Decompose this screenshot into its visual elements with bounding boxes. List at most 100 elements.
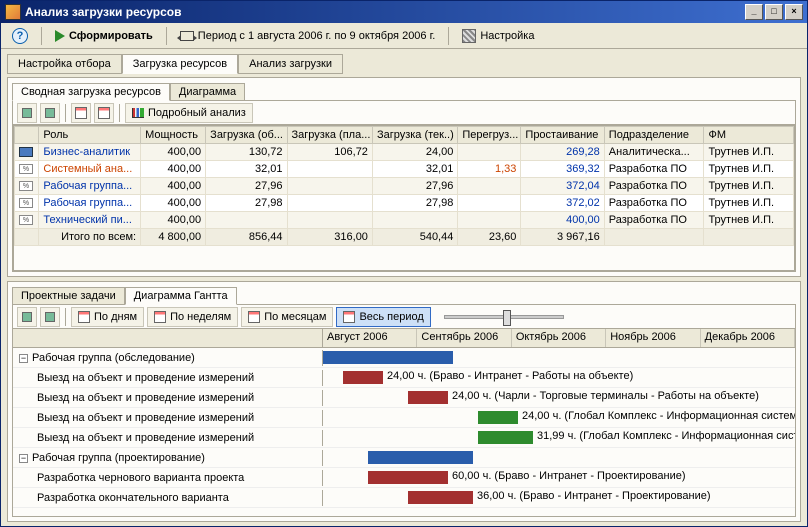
grid-container[interactable]: Роль Мощность Загрузка (об... Загрузка (… (13, 125, 795, 271)
settings-button[interactable]: Настройка (455, 25, 541, 47)
btn-gantt-1[interactable] (17, 307, 37, 327)
gantt-task-row[interactable]: Выезд на объект и проведение измерений31… (13, 428, 795, 448)
gantt-row-label: Выезд на объект и проведение измерений (13, 430, 323, 446)
gantt-bar[interactable] (368, 451, 473, 464)
col-l2[interactable]: Загрузка (пла... (287, 127, 372, 144)
gantt-task-row[interactable]: Разработка чернового варианта проекта60,… (13, 468, 795, 488)
tree-icon (45, 312, 55, 322)
gantt-row-bars: 60,00 ч. (Браво - Интранет - Проектирова… (323, 468, 795, 487)
gantt-header: Август 2006Сентябрь 2006Октябрь 2006Нояб… (13, 329, 795, 348)
gantt-header-left (13, 329, 323, 347)
gantt-body[interactable]: −Рабочая группа (обследование) Выезд на о… (13, 348, 795, 516)
tab-filter[interactable]: Настройка отбора (7, 54, 122, 74)
btn-col-1[interactable] (71, 103, 91, 123)
detail-analysis-button[interactable]: Подробный анализ (125, 103, 253, 123)
play-icon (55, 30, 65, 42)
table-row[interactable]: %Технический пи...400,00400,00Разработка… (15, 212, 794, 229)
table-row[interactable]: Бизнес-аналитик400,00130,72106,7224,0026… (15, 144, 794, 161)
col-fm[interactable]: ФМ (704, 127, 794, 144)
table-row[interactable]: %Рабочая группа...400,0027,9627,96372,04… (15, 178, 794, 195)
tab-load[interactable]: Загрузка ресурсов (122, 54, 238, 74)
gantt-bar[interactable] (408, 391, 448, 404)
help-button[interactable]: ? (5, 25, 35, 47)
titlebar: Анализ загрузки ресурсов _ □ × (1, 1, 807, 23)
timeline-month: Декабрь 2006 (701, 329, 795, 347)
col-dept[interactable]: Подразделение (604, 127, 704, 144)
gantt-bar[interactable] (343, 371, 383, 384)
col-role[interactable]: Роль (39, 127, 141, 144)
gantt-group-row[interactable]: −Рабочая группа (проектирование) (13, 448, 795, 468)
form-button[interactable]: Сформировать (48, 25, 160, 47)
content-area: Настройка отбора Загрузка ресурсов Анали… (1, 49, 807, 526)
period-icon (180, 31, 194, 41)
gantt-bar[interactable] (478, 411, 518, 424)
bot-subtabs: Проектные задачи Диаграмма Гантта (12, 286, 796, 304)
col-cap[interactable]: Мощность (141, 127, 206, 144)
gantt-row-label: Разработка окончательного варианта (13, 490, 323, 506)
gantt-bar[interactable] (408, 491, 473, 504)
col-icon[interactable] (15, 127, 39, 144)
subtab-summary[interactable]: Сводная загрузка ресурсов (12, 83, 170, 101)
gantt-row-bars: 24,00 ч. (Глобал Комплекс - Информационн… (323, 408, 795, 427)
gantt-bar[interactable] (478, 431, 533, 444)
btn-expand-2[interactable] (40, 103, 60, 123)
maximize-button[interactable]: □ (765, 4, 783, 20)
by-month-button[interactable]: По месяцам (241, 307, 333, 327)
tree-toggle[interactable]: − (19, 354, 28, 363)
gantt-task-row[interactable]: Выезд на объект и проведение измерений24… (13, 408, 795, 428)
bot-mini-toolbar: По дням По неделям По месяцам Весь перио… (13, 305, 795, 329)
subtab-tasks[interactable]: Проектные задачи (12, 287, 125, 305)
by-day-button[interactable]: По дням (71, 307, 144, 327)
gantt-bar[interactable] (323, 351, 453, 364)
tree-toggle[interactable]: − (19, 454, 28, 463)
top-subpanel: Подробный анализ Роль Мощность (12, 100, 796, 272)
gantt-task-row[interactable]: Выезд на объект и проведение измерений24… (13, 388, 795, 408)
col-l1[interactable]: Загрузка (об... (206, 127, 287, 144)
gantt-row-label: Выезд на объект и проведение измерений (13, 370, 323, 386)
calendar-icon (154, 311, 166, 323)
settings-icon (462, 29, 476, 43)
gantt-row-label: Выезд на объект и проведение измерений (13, 410, 323, 426)
btn-col-2[interactable] (94, 103, 114, 123)
bottom-panel: Проектные задачи Диаграмма Гантта По дня… (7, 281, 801, 522)
table-row[interactable]: %Системный ана...400,0032,0132,011,33369… (15, 161, 794, 178)
gantt-row-bars: 31,99 ч. (Глобал Комплекс - Информационн… (323, 428, 795, 447)
col-ov[interactable]: Перегруз... (458, 127, 521, 144)
gantt-timeline: Август 2006Сентябрь 2006Октябрь 2006Нояб… (323, 329, 795, 347)
calendar-icon (343, 311, 355, 323)
gantt-bar-label: 24,00 ч. (Чарли - Торговые терминалы - Р… (452, 390, 759, 402)
timeline-month: Ноябрь 2006 (606, 329, 700, 347)
by-week-button[interactable]: По неделям (147, 307, 238, 327)
top-panel: Сводная загрузка ресурсов Диаграмма Подр… (7, 77, 801, 277)
minimize-button[interactable]: _ (745, 4, 763, 20)
gantt-row-bars (323, 448, 795, 467)
slider-thumb[interactable] (503, 310, 511, 326)
btn-expand-1[interactable] (17, 103, 37, 123)
table-row[interactable]: %Рабочая группа...400,0027,9827,98372,02… (15, 195, 794, 212)
column-icon (75, 107, 87, 119)
period-button[interactable]: Период с 1 августа 2006 г. по 9 октября … (173, 25, 443, 47)
gantt-row-label: −Рабочая группа (обследование) (13, 350, 323, 366)
gantt-row-bars: 24,00 ч. (Браво - Интранет - Работы на о… (323, 368, 795, 387)
column-icon (98, 107, 110, 119)
tree-icon (22, 108, 32, 118)
btn-gantt-2[interactable] (40, 307, 60, 327)
window-title: Анализ загрузки ресурсов (25, 5, 181, 19)
gantt-task-row[interactable]: Выезд на объект и проведение измерений 24… (13, 368, 795, 388)
close-button[interactable]: × (785, 4, 803, 20)
gantt-row-bars: 24,00 ч. (Чарли - Торговые терминалы - Р… (323, 388, 795, 407)
timeline-month: Август 2006 (323, 329, 417, 347)
gantt-bar-label: 24,00 ч. (Браво - Интранет - Работы на о… (387, 370, 633, 382)
resource-grid: Роль Мощность Загрузка (об... Загрузка (… (14, 126, 794, 246)
gantt-group-row[interactable]: −Рабочая группа (обследование) (13, 348, 795, 368)
col-l3[interactable]: Загрузка (тек..) (372, 127, 457, 144)
gantt-task-row[interactable]: Разработка окончательного варианта36,00 … (13, 488, 795, 508)
whole-period-button[interactable]: Весь период (336, 307, 430, 327)
col-idle[interactable]: Простаивание (521, 127, 604, 144)
subtab-gantt[interactable]: Диаграмма Гантта (125, 287, 237, 305)
help-icon: ? (12, 28, 28, 44)
zoom-slider[interactable] (444, 315, 564, 319)
subtab-diagram[interactable]: Диаграмма (170, 83, 245, 101)
tab-analysis[interactable]: Анализ загрузки (238, 54, 343, 74)
gantt-bar[interactable] (368, 471, 448, 484)
